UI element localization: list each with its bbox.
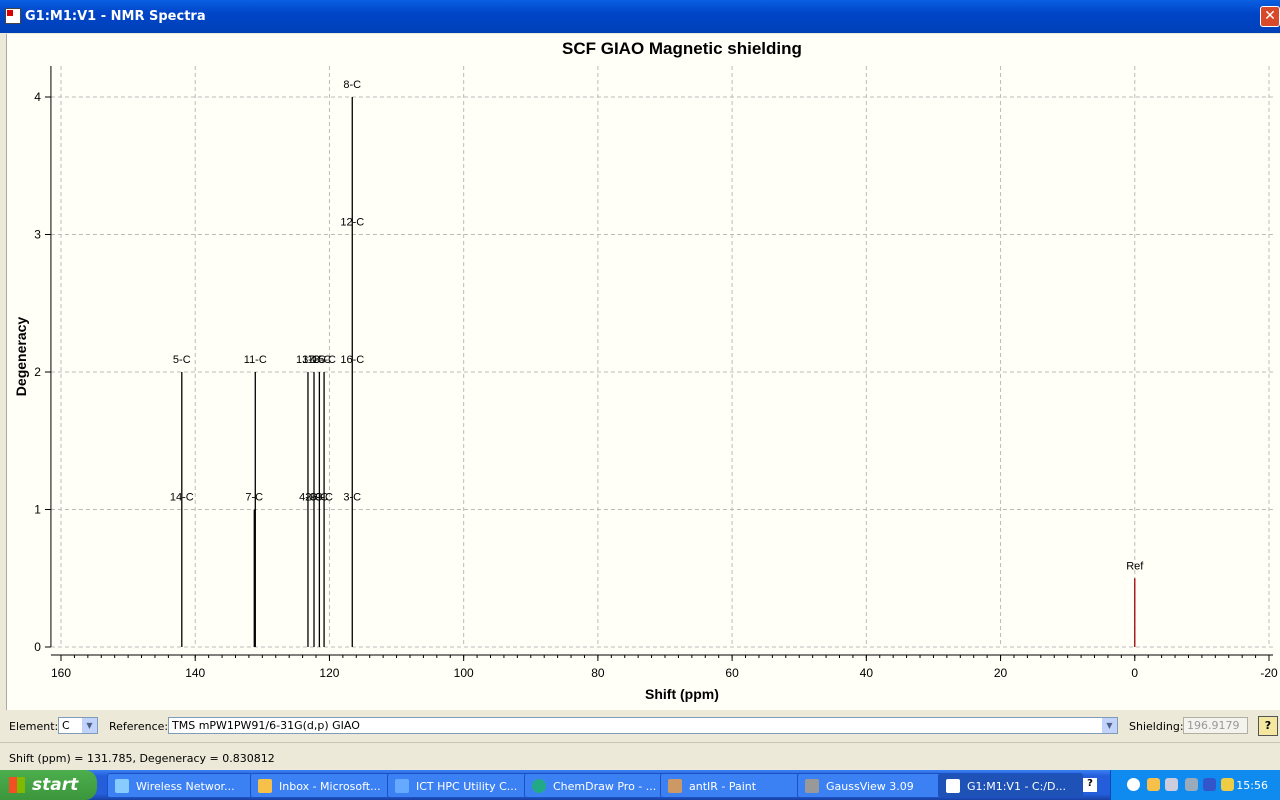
peak-label: 16-C — [340, 354, 364, 366]
task-label: ICT HPC Utility C... — [416, 780, 518, 793]
x-tick-label: 140 — [185, 666, 205, 680]
y-axis-label: Degeneracy — [13, 317, 29, 397]
y-tick-label: 2 — [34, 365, 41, 379]
reference-combobox[interactable]: TMS mPW1PW91/6-31G(d,p) GIAO ▼ — [168, 717, 1118, 734]
ie-icon — [395, 779, 409, 793]
element-label: Element: — [9, 720, 59, 733]
task-paint[interactable]: antIR - Paint — [660, 773, 805, 798]
reference-label: Ref — [1126, 560, 1144, 572]
peak-label: 12-C — [340, 217, 364, 229]
help-button[interactable]: ? — [1258, 716, 1278, 736]
task-label: GaussView 3.09 — [826, 780, 914, 793]
nmr-plot-area[interactable]: SCF GIAO Magnetic shielding 160 140 120 100 8… — [6, 34, 1280, 710]
element-select[interactable]: C ▼ — [58, 717, 98, 734]
help-icon[interactable]: ? — [1083, 778, 1097, 792]
paint-icon — [668, 779, 682, 793]
x-tick-label: -20 — [1260, 666, 1278, 680]
tray-outlook-icon[interactable] — [1147, 778, 1160, 791]
task-chemdraw[interactable]: ChemDraw Pro - ... — [524, 773, 669, 798]
peak-label: 11-C — [244, 354, 267, 366]
wireless-icon — [115, 779, 129, 793]
task-label: antIR - Paint — [689, 780, 757, 793]
x-tick-label: 100 — [454, 666, 474, 680]
controls-bar: Element: C ▼ Reference: TMS mPW1PW91/6-31… — [0, 712, 1280, 740]
reference-value: TMS mPW1PW91/6-31G(d,p) GIAO — [172, 719, 360, 732]
y-tick-label: 3 — [34, 228, 41, 242]
x-tick-label: 120 — [319, 666, 339, 680]
peak-label: 7-C — [245, 492, 263, 504]
shielding-field[interactable]: 196.9179 — [1183, 717, 1248, 734]
clock: 15:56 — [1236, 779, 1268, 792]
x-tick-label: 20 — [994, 666, 1008, 680]
y-tick-label: 0 — [34, 640, 41, 654]
status-bar: Shift (ppm) = 131.785, Degeneracy = 0.83… — [0, 742, 1280, 770]
task-gaussview[interactable]: GaussView 3.09 — [797, 773, 942, 798]
peak-label: 3-C — [343, 492, 361, 504]
x-tick-label: 80 — [591, 666, 605, 680]
shielding-label: Shielding: — [1129, 720, 1184, 733]
tray-chevron-icon[interactable] — [1127, 778, 1140, 791]
outlook-icon — [258, 779, 272, 793]
peak-label: 14-C — [170, 492, 194, 504]
task-label: G1:M1:V1 - C:/D... — [967, 780, 1066, 793]
peak-label: 8-C — [343, 79, 361, 91]
reference-label: Reference: — [109, 720, 169, 733]
chevron-down-icon[interactable]: ▼ — [1102, 718, 1117, 733]
chevron-down-icon[interactable]: ▼ — [82, 718, 97, 733]
x-tick-label: 40 — [860, 666, 874, 680]
close-button[interactable]: ✕ — [1260, 6, 1280, 27]
task-nmr-window[interactable]: G1:M1:V1 - C:/D... — [938, 773, 1083, 798]
peak-label: 9-C — [315, 492, 333, 504]
title-bar[interactable]: G1:M1:V1 - NMR Spectra ✕ — [0, 0, 1280, 33]
chemdraw-icon — [532, 779, 546, 793]
task-label: Wireless Networ... — [136, 780, 235, 793]
app-icon — [5, 8, 21, 24]
taskbar: start Wireless Networ... Inbox - Microso… — [0, 770, 1280, 800]
nmr-window-icon — [946, 779, 960, 793]
gaussview-icon — [805, 779, 819, 793]
task-inbox[interactable]: Inbox - Microsoft... — [250, 773, 395, 798]
system-tray: 15:56 — [1110, 770, 1280, 800]
y-tick-label: 4 — [34, 90, 41, 104]
task-wireless[interactable]: Wireless Networ... — [107, 773, 252, 798]
x-tick-label: 60 — [725, 666, 739, 680]
tray-network-icon[interactable] — [1165, 778, 1178, 791]
task-ie[interactable]: ICT HPC Utility C... — [387, 773, 532, 798]
peak-label: 15-C — [312, 354, 336, 366]
peak-label: 5-C — [173, 354, 191, 366]
window-title: G1:M1:V1 - NMR Spectra — [25, 9, 206, 24]
x-tick-label: 160 — [51, 666, 71, 680]
tray-tool-icon[interactable] — [1185, 778, 1198, 791]
y-tick-label: 1 — [34, 503, 41, 517]
tray-battery-icon[interactable] — [1203, 778, 1216, 791]
x-tick-label: 0 — [1131, 666, 1138, 680]
start-button[interactable]: start — [0, 770, 97, 800]
task-label: Inbox - Microsoft... — [279, 780, 381, 793]
x-axis-label: Shift (ppm) — [645, 686, 719, 702]
element-value: C — [62, 719, 70, 732]
tray-security-icon[interactable] — [1221, 778, 1234, 791]
chart-title: SCF GIAO Magnetic shielding — [562, 39, 802, 58]
task-label: ChemDraw Pro - ... — [553, 780, 657, 793]
nmr-chart: SCF GIAO Magnetic shielding160 140 120 100 8… — [13, 39, 1278, 702]
